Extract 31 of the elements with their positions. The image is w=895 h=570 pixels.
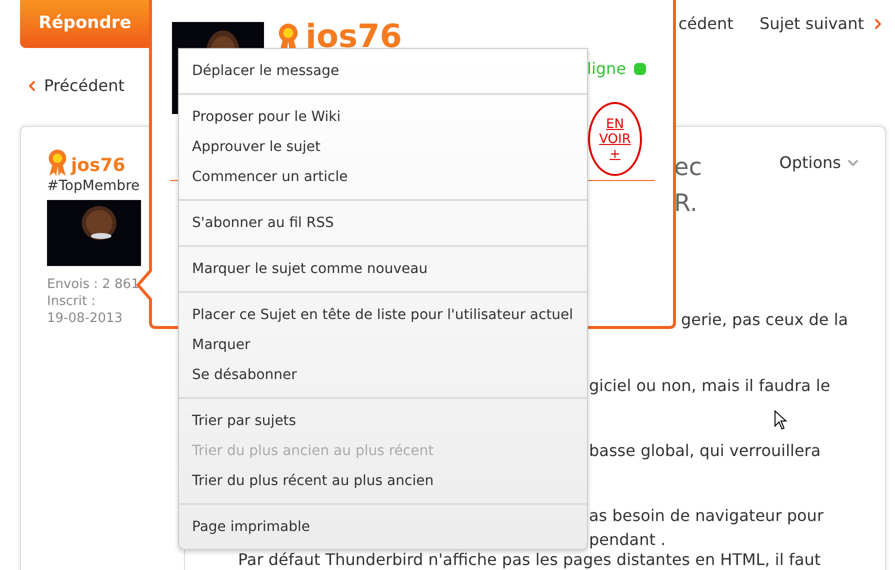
- joined-label: Inscrit :: [47, 293, 97, 310]
- menu-item[interactable]: Placer ce Sujet en tête de liste pour l'utilisateur actuel: [179, 300, 587, 330]
- author-rank: #TopMembre: [47, 177, 141, 195]
- menu-item[interactable]: S'abonner au fil RSS: [179, 208, 587, 238]
- previous-topic-link[interactable]: cédent: [678, 12, 734, 36]
- post-title: ec: [674, 152, 702, 183]
- next-topic-link[interactable]: Sujet suivant: [759, 12, 864, 36]
- joined-date: 19-08-2013: [47, 310, 124, 327]
- menu-item[interactable]: Proposer pour le Wiki: [179, 102, 587, 132]
- menu-item[interactable]: Commencer un article: [179, 162, 587, 192]
- cursor-icon: [774, 410, 788, 430]
- menu-item[interactable]: Approuver le sujet: [179, 132, 587, 162]
- menu-item[interactable]: Déplacer le message: [179, 56, 587, 86]
- options-button[interactable]: Options: [779, 151, 861, 175]
- menu-item[interactable]: Marquer: [179, 330, 587, 360]
- post-title: R.: [674, 188, 698, 219]
- menu-item[interactable]: Trier du plus récent au plus ancien: [179, 466, 587, 496]
- post-text: basse global, qui verrouillera: [589, 441, 821, 460]
- award-icon: [47, 149, 68, 177]
- back-link[interactable]: Précédent: [44, 74, 124, 98]
- post-text: gerie, pas ceux de la: [681, 310, 848, 329]
- post-text: pendant .: [589, 530, 666, 549]
- post-text: giciel ou non, mais il faudra le: [589, 376, 830, 395]
- menu-item[interactable]: Marquer le sujet comme nouveau: [179, 254, 587, 284]
- post-text: as besoin de navigateur pour: [589, 506, 824, 525]
- menu-item[interactable]: Trier par sujets: [179, 406, 587, 436]
- post-text: Par défaut Thunderbird n'affiche pas les pages distantes en HTML, il faut: [238, 550, 821, 569]
- status-text: ligne: [587, 58, 626, 80]
- menu-item[interactable]: Page imprimable: [179, 512, 587, 542]
- post-count: Envois : 2 861: [47, 276, 140, 293]
- menu-item[interactable]: Se désabonner: [179, 360, 587, 390]
